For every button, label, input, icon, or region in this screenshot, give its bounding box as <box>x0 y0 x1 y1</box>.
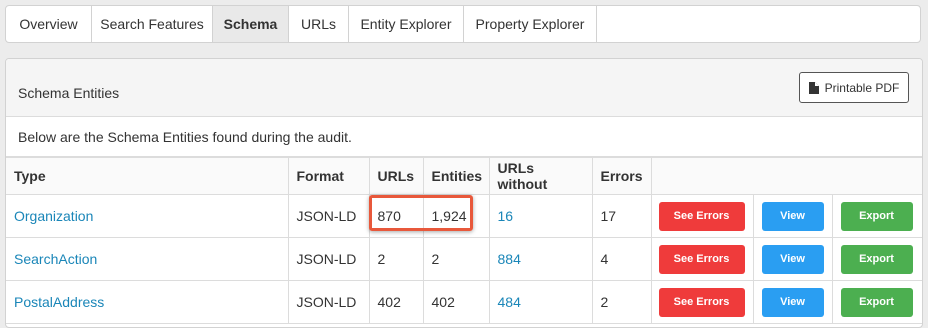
urls-cell: 870 <box>368 194 424 238</box>
urls-without-link[interactable]: 884 <box>498 251 521 267</box>
header-type[interactable]: Type <box>6 157 289 195</box>
header-entities[interactable]: Entities <box>422 157 490 195</box>
table-row: PostalAddress JSON-LD 402 402 484 2 See … <box>6 280 922 324</box>
type-link[interactable]: PostalAddress <box>14 294 104 310</box>
printable-pdf-label: Printable PDF <box>824 80 900 95</box>
header-urls[interactable]: URLs <box>368 157 424 195</box>
header-urls-without[interactable]: URLs without <box>488 157 593 195</box>
see-errors-button[interactable]: See Errors <box>658 244 745 274</box>
see-errors-button[interactable]: See Errors <box>658 287 745 317</box>
type-link[interactable]: SearchAction <box>14 251 97 267</box>
printable-pdf-button[interactable]: Printable PDF <box>799 72 909 103</box>
entities-cell: 402 <box>422 280 490 324</box>
header-actions <box>650 157 922 195</box>
schema-entities-panel: Schema Entities Printable PDF Below are … <box>5 58 923 328</box>
table-row: Organization JSON-LD 870 1,924 16 17 See… <box>6 194 922 238</box>
urls-cell: 402 <box>368 280 424 324</box>
view-button[interactable]: View <box>761 244 824 274</box>
tab-urls[interactable]: URLs <box>289 6 349 42</box>
urls-cell: 2 <box>368 237 424 281</box>
format-cell: JSON-LD <box>287 237 370 281</box>
tab-search-features[interactable]: Search Features <box>92 6 213 42</box>
format-cell: JSON-LD <box>287 280 370 324</box>
header-format[interactable]: Format <box>287 157 370 195</box>
errors-cell: 17 <box>591 194 652 238</box>
see-errors-button[interactable]: See Errors <box>658 201 745 231</box>
view-button[interactable]: View <box>761 201 824 231</box>
export-button[interactable]: Export <box>840 287 913 317</box>
schema-entities-table: Type Format URLs Entities URLs without E… <box>6 157 922 324</box>
tab-entity-explorer[interactable]: Entity Explorer <box>349 6 464 42</box>
document-icon <box>808 81 819 94</box>
tab-schema[interactable]: Schema <box>213 6 289 42</box>
export-button[interactable]: Export <box>840 244 913 274</box>
urls-without-link[interactable]: 16 <box>498 208 514 224</box>
errors-cell: 4 <box>591 237 652 281</box>
table-header-row: Type Format URLs Entities URLs without E… <box>6 157 922 195</box>
tab-bar: Overview Search Features Schema URLs Ent… <box>5 5 921 43</box>
urls-without-link[interactable]: 484 <box>498 294 521 310</box>
export-button[interactable]: Export <box>840 201 913 231</box>
errors-cell: 2 <box>591 280 652 324</box>
entities-cell: 1,924 <box>422 194 490 238</box>
header-errors[interactable]: Errors <box>591 157 652 195</box>
panel-header: Schema Entities Printable PDF <box>6 59 922 117</box>
entities-cell: 2 <box>422 237 490 281</box>
table-row: SearchAction JSON-LD 2 2 884 4 See Error… <box>6 237 922 281</box>
view-button[interactable]: View <box>761 287 824 317</box>
panel-title: Schema Entities <box>18 85 120 101</box>
format-cell: JSON-LD <box>287 194 370 238</box>
tab-property-explorer[interactable]: Property Explorer <box>464 6 597 42</box>
panel-description: Below are the Schema Entities found duri… <box>6 117 922 157</box>
type-link[interactable]: Organization <box>14 208 93 224</box>
tab-overview[interactable]: Overview <box>6 6 92 42</box>
